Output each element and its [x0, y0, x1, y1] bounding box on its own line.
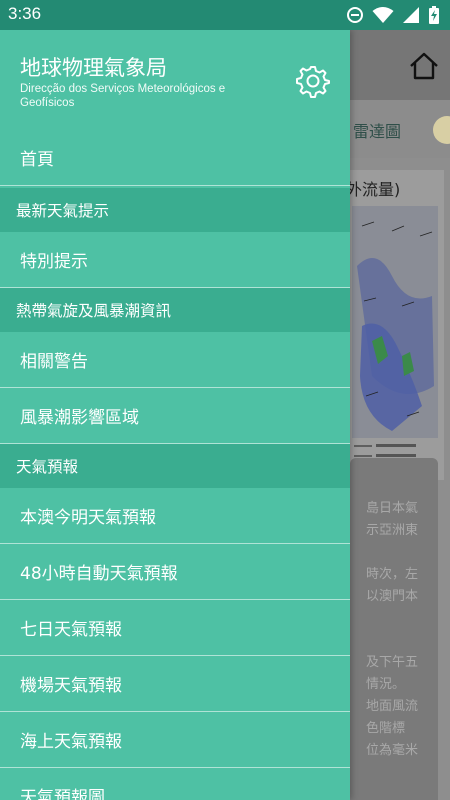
menu-item-home[interactable]: 首頁: [0, 130, 350, 186]
home-icon: [410, 52, 438, 80]
section-weather-forecast: 天氣預報: [0, 444, 350, 488]
tab-radar: 雷達圖: [353, 122, 402, 141]
battery-charging-icon: [429, 6, 439, 24]
satellite-map-image: [352, 206, 438, 438]
status-time: 3:36: [8, 4, 42, 23]
wifi-icon: [372, 7, 394, 23]
status-bar: 3:36: [0, 0, 450, 30]
background-forecast-text: 島日本氣 示亞洲東 時次，左 以澳門本 及下午五 情況。 地面風流 色階標 位為…: [366, 501, 419, 758]
drawer-header: 地球物理氣象局 Direcção dos Serviços Meteorológ…: [0, 30, 350, 130]
menu-item-airport-forecast[interactable]: 機場天氣預報: [0, 656, 350, 712]
menu-item-forecast-chart[interactable]: 天氣預報圖: [0, 768, 350, 800]
menu-item-macau-forecast[interactable]: 本澳今明天氣預報: [0, 488, 350, 544]
menu-item-related-warnings[interactable]: 相關警告: [0, 332, 350, 388]
do-not-disturb-icon: [347, 7, 363, 23]
navigation-drawer: 地球物理氣象局 Direcção dos Serviços Meteorológ…: [0, 30, 350, 800]
signal-icon: [403, 7, 419, 23]
map-caption: 外流量): [346, 180, 401, 199]
drawer-title: 地球物理氣象局: [20, 56, 167, 80]
menu-item-7day-forecast[interactable]: 七日天氣預報: [0, 600, 350, 656]
menu-item-marine-forecast[interactable]: 海上天氣預報: [0, 712, 350, 768]
settings-gear-icon[interactable]: [296, 64, 330, 98]
menu-item-48h-auto-forecast[interactable]: 48小時自動天氣預報: [0, 544, 350, 600]
status-icons: [346, 6, 440, 24]
drawer-subtitle: Direcção dos Serviços Meteorológicos e G…: [20, 83, 226, 109]
section-latest-weather-alerts: 最新天氣提示: [0, 188, 350, 232]
menu-item-special-alerts[interactable]: 特別提示: [0, 232, 350, 288]
section-tropical-cyclone-storm-surge: 熱帶氣旋及風暴潮資訊: [0, 288, 350, 332]
menu-item-storm-surge-areas[interactable]: 風暴潮影響區域: [0, 388, 350, 444]
